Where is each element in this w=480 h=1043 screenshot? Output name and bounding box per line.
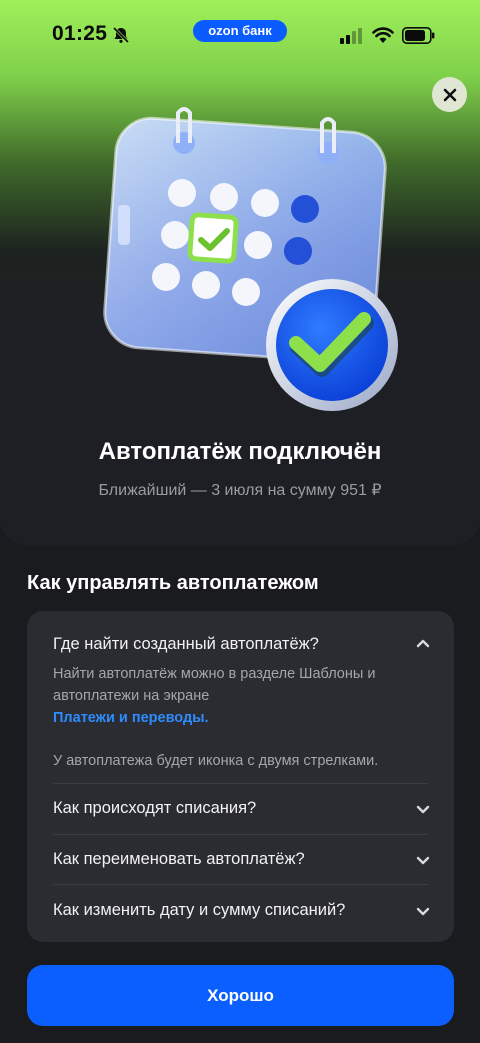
close-icon xyxy=(443,88,456,101)
calendar-check-illustration xyxy=(103,107,398,411)
chevron-up-icon[interactable] xyxy=(416,639,430,648)
faq-question[interactable]: Как переименовать автоплатёж? xyxy=(53,850,305,869)
faq-answer-note: У автоплатежа будет иконка с двумя стрел… xyxy=(53,753,379,769)
payments-transfers-link[interactable]: Платежи и переводы. xyxy=(53,710,209,726)
divider xyxy=(53,884,428,885)
section-title: Как управлять автоплатежом xyxy=(27,572,319,594)
faq-card: Где найти созданный автоплатёж? Найти ав… xyxy=(27,611,454,942)
faq-question[interactable]: Как изменить дату и сумму списаний? xyxy=(53,901,345,920)
close-button[interactable] xyxy=(432,77,467,112)
page-title: Автоплатёж подключён xyxy=(98,438,382,465)
wifi-icon xyxy=(372,27,394,43)
chevron-down-icon[interactable] xyxy=(416,856,430,865)
signal-icon xyxy=(340,28,362,44)
battery-icon xyxy=(402,27,435,44)
chevron-down-icon[interactable] xyxy=(416,907,430,916)
divider xyxy=(53,834,428,835)
hero-header: 01:25 ozon банк Автоплатёж подключён Бли… xyxy=(0,0,480,545)
bank-badge: ozon банк xyxy=(193,20,287,42)
bell-muted-icon xyxy=(112,26,130,44)
chevron-down-icon[interactable] xyxy=(416,805,430,814)
divider xyxy=(53,783,428,784)
status-time: 01:25 xyxy=(52,22,108,45)
faq-question[interactable]: Как происходят списания? xyxy=(53,799,256,818)
faq-answer: Найти автоплатёж можно в разделе Шаблоны… xyxy=(53,663,423,729)
faq-answer-text: Найти автоплатёж можно в разделе Шаблоны… xyxy=(53,666,376,704)
status-bar: 01:25 ozon банк xyxy=(0,0,480,70)
next-payment-subtitle: Ближайший — 3 июля на сумму 951 ₽ xyxy=(98,482,382,499)
ok-button[interactable]: Хорошо xyxy=(27,965,454,1026)
faq-question[interactable]: Где найти созданный автоплатёж? xyxy=(53,635,319,654)
